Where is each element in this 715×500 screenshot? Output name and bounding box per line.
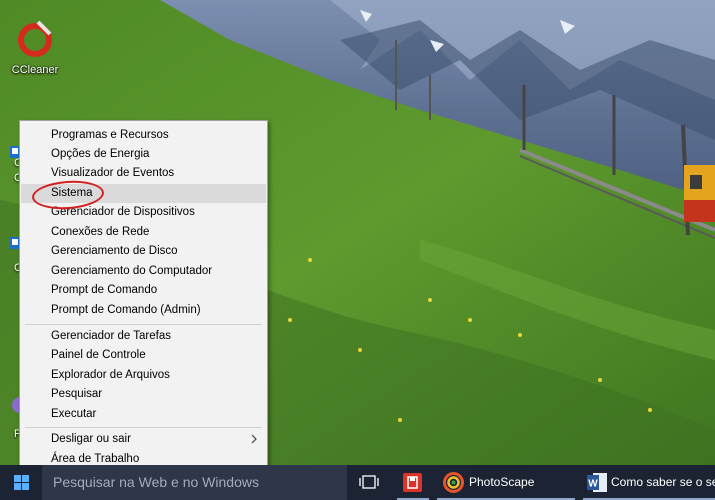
menu-item-painel-de-controle[interactable]: Painel de Controle [21, 346, 266, 365]
menu-item-executar[interactable]: Executar [21, 405, 266, 424]
windows-logo-icon [14, 475, 29, 490]
taskbar-search-box[interactable]: Pesquisar na Web e no Windows [42, 465, 347, 500]
menu-item-gerenciamento-de-disco[interactable]: Gerenciamento de Disco [21, 242, 266, 261]
winx-context-menu: Programas e Recursos Opções de Energia V… [19, 120, 268, 472]
task-view-button[interactable] [356, 465, 384, 500]
menu-item-prompt-de-comando[interactable]: Prompt de Comando [21, 281, 266, 300]
taskbar-app-photoscape[interactable]: PhotoScape [437, 465, 575, 500]
taskbar: Pesquisar na Web e no Windows PhotoScape [0, 465, 715, 500]
menu-separator [25, 427, 262, 428]
menu-item-gerenciador-de-tarefas[interactable]: Gerenciador de Tarefas [21, 327, 266, 346]
menu-item-explorador-de-arquivos[interactable]: Explorador de Arquivos [21, 366, 266, 385]
red-app-icon [403, 473, 422, 492]
search-placeholder: Pesquisar na Web e no Windows [53, 474, 259, 490]
menu-item-programas-e-recursos[interactable]: Programas e Recursos [21, 126, 266, 145]
desktop-icon-ccleaner[interactable]: CCleaner [6, 20, 64, 76]
menu-item-pesquisar[interactable]: Pesquisar [21, 385, 266, 404]
taskbar-app-red[interactable] [397, 465, 429, 500]
menu-separator [25, 324, 262, 325]
ccleaner-icon [18, 20, 52, 57]
start-button[interactable] [0, 465, 42, 500]
taskbar-app-label: Como saber se o se... [611, 475, 715, 489]
desktop-icon-label: CCleaner [11, 64, 59, 76]
chevron-right-icon [250, 430, 258, 449]
menu-item-prompt-de-comando-admin[interactable]: Prompt de Comando (Admin) [21, 301, 266, 320]
menu-item-opcoes-de-energia[interactable]: Opções de Energia [21, 145, 266, 164]
word-icon: W [587, 473, 607, 492]
menu-item-desligar-ou-sair[interactable]: Desligar ou sair [21, 430, 266, 449]
menu-item-gerenciamento-do-computador[interactable]: Gerenciamento do Computador [21, 262, 266, 281]
photoscape-icon [443, 472, 464, 493]
menu-item-visualizador-de-eventos[interactable]: Visualizador de Eventos [21, 164, 266, 183]
taskbar-app-word[interactable]: W Como saber se o se... [583, 465, 715, 500]
svg-text:W: W [588, 479, 598, 490]
menu-item-conexoes-de-rede[interactable]: Conexões de Rede [21, 223, 266, 242]
task-view-icon [359, 475, 379, 489]
taskbar-app-label: PhotoScape [469, 475, 535, 489]
menu-item-label: Desligar ou sair [51, 433, 131, 445]
